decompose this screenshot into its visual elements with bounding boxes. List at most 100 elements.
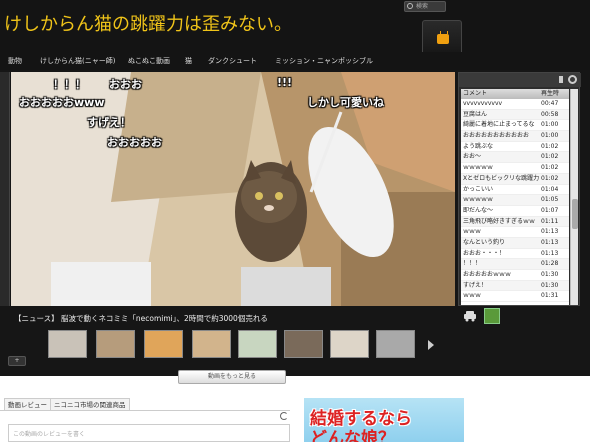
related-video-thumbnail[interactable] — [330, 330, 369, 358]
overlay-comment: しかし可愛いね — [307, 96, 384, 109]
comment-row[interactable]: よう跳ぶな 01:02 — [461, 142, 569, 153]
comment-row[interactable]: 綺麗に着地に止まってるな 01:00 — [461, 120, 569, 132]
column-time[interactable]: 再生時 — [541, 89, 559, 99]
comment-text: おお～ — [463, 153, 482, 161]
comment-row[interactable]: Xとゼロもビックリな跳躍力 01:02 — [461, 173, 569, 185]
video-screen[interactable]: ！！！ おおお !!! おおおおおwww しかし可愛いね すげえ！ おおおおお — [11, 72, 455, 306]
comment-time: 01:05 — [541, 196, 559, 204]
comment-text: vvvvvvvvvvv — [463, 100, 503, 107]
comment-time: 01:31 — [541, 292, 559, 300]
column-comment[interactable]: コメント — [463, 89, 487, 99]
comment-row[interactable]: 三角飛び略好きすぎるｗｗ 01:11 — [461, 216, 569, 228]
comment-row[interactable]: ！！！ 01:28 — [461, 259, 569, 270]
related-video-thumbnail[interactable] — [192, 330, 231, 358]
related-video-thumbnail[interactable] — [48, 330, 87, 358]
tab-divider — [0, 410, 290, 411]
tv-icon — [437, 34, 449, 44]
car-icon[interactable] — [463, 310, 477, 322]
comment-panel: コメント 再生時 vvvvvvvvvvv 00:47 豆腐はん 00:58 綺麗に着地に… — [458, 72, 581, 306]
related-video-thumbnail[interactable] — [96, 330, 135, 358]
next-arrow-icon[interactable] — [428, 340, 434, 350]
comment-text: 綺麗に着地に止まってるな — [463, 121, 535, 129]
refresh-icon[interactable] — [280, 412, 288, 420]
comment-time: 00:47 — [541, 100, 559, 107]
tag-nav: 動物 けしからん猫(ニャー師) ぬこぬこ動画 猫 ダンクシュート ミッション・ニ… — [0, 52, 590, 70]
comment-text: かっこいい — [463, 185, 494, 193]
comment-text: 豆腐はん — [463, 110, 488, 118]
comment-time: 00:58 — [541, 110, 559, 118]
tab-ichiba[interactable]: ニコニコ市場の関連商品 — [50, 398, 130, 410]
comment-text: ｗｗｗ — [463, 292, 482, 300]
comment-time: 01:00 — [541, 121, 559, 129]
tab-video-review[interactable]: 動画レビュー — [4, 398, 51, 410]
related-video-thumbnail[interactable] — [376, 330, 415, 358]
tag-dunk[interactable]: ダンクシュート — [208, 56, 257, 66]
comment-time: 01:13 — [541, 238, 559, 246]
comment-time: 01:30 — [541, 271, 559, 278]
search-icon — [407, 3, 413, 9]
related-video-thumbnail[interactable] — [284, 330, 323, 358]
overlay-comment: おおお — [109, 78, 142, 91]
share-icon[interactable] — [484, 308, 500, 324]
comment-row[interactable]: ｗｗｗ 01:13 — [461, 227, 569, 238]
comment-text: すげえ！ — [463, 281, 488, 289]
comment-text: おおおおおおおおおおお — [463, 132, 530, 140]
comment-time: 01:00 — [541, 132, 559, 140]
comment-time: 01:04 — [541, 185, 559, 193]
comment-row[interactable]: おおおおおｗｗｗ 01:30 — [461, 270, 569, 281]
comment-row[interactable]: おおお・・・！ 01:13 — [461, 249, 569, 260]
related-video-thumbnail[interactable] — [144, 330, 183, 358]
related-video-thumbnail[interactable] — [238, 330, 277, 358]
left-panel-toggle[interactable] — [0, 72, 10, 306]
comment-text: ｗｗｗｗｗ — [463, 196, 494, 204]
comment-row[interactable]: ｗｗｗｗｗ 01:02 — [461, 163, 569, 174]
comment-row[interactable]: おおおおおおおおおおお 01:00 — [461, 131, 569, 142]
comment-text: なんという釣り — [463, 238, 506, 246]
news-ticker[interactable]: 【ニュース】 脳波で動くネコミミ「necomimi」、2時間で約3000個売れる — [14, 313, 268, 324]
comment-text: おおおおおｗｗｗ — [463, 271, 512, 278]
gear-icon[interactable] — [568, 75, 577, 84]
tag-nukonuko[interactable]: ぬこぬこ動画 — [128, 56, 170, 66]
page-title: けしからん猫の跳躍力は歪みない。 — [4, 14, 292, 35]
tag-keshikaran[interactable]: けしからん猫(ニャー師) — [40, 56, 115, 66]
comment-list-scrollbar[interactable] — [570, 89, 578, 305]
comment-time: 01:02 — [541, 164, 559, 172]
related-video-strip — [48, 330, 428, 360]
search-input[interactable]: 検索 — [404, 1, 446, 12]
expand-button[interactable]: + — [8, 356, 26, 366]
comment-row[interactable]: 即だんな～ 01:07 — [461, 206, 569, 217]
comment-time: 01:13 — [541, 228, 559, 236]
comment-text: よう跳ぶな — [463, 142, 494, 150]
ad-subline: どんな娘？ — [310, 429, 395, 442]
comment-time: 01:02 — [541, 153, 559, 161]
comment-text: Xとゼロもビックリな跳躍力 — [463, 174, 539, 182]
review-input[interactable]: この動画のレビューを書く — [8, 424, 290, 442]
comment-text: ｗｗｗｗｗ — [463, 164, 494, 172]
tag-animal[interactable]: 動物 — [8, 56, 22, 66]
comment-row[interactable]: おお～ 01:02 — [461, 152, 569, 164]
comment-text: ｗｗｗ — [463, 228, 482, 236]
overlay-comment: !!! — [277, 76, 293, 89]
comment-row[interactable]: ｗｗｗ 01:31 — [461, 291, 569, 303]
comment-text: 三角飛び略好きすぎるｗｗ — [463, 217, 536, 225]
comment-row[interactable]: vvvvvvvvvvv 00:47 — [461, 99, 569, 110]
ad-banner[interactable]: 結婚するなら どんな娘？ — [304, 398, 464, 442]
pin-icon[interactable] — [559, 76, 563, 83]
comment-row[interactable]: すげえ！ 01:30 — [461, 280, 569, 292]
tag-cat[interactable]: 猫 — [185, 56, 192, 66]
comment-time: 01:02 — [541, 174, 559, 182]
comment-list: vvvvvvvvvvv 00:47 豆腐はん 00:58 綺麗に着地に止まってるな 01:… — [461, 99, 569, 305]
comment-time: 01:02 — [541, 142, 559, 150]
panel-tools — [459, 73, 581, 87]
comment-row[interactable]: なんという釣り 01:13 — [461, 237, 569, 249]
comment-row[interactable]: かっこいい 01:04 — [461, 185, 569, 196]
comment-row[interactable]: 豆腐はん 00:58 — [461, 109, 569, 121]
scrollbar-thumb[interactable] — [572, 199, 578, 229]
overlay-comment: おおおおお — [107, 136, 162, 149]
comment-row[interactable]: ｗｗｗｗｗ 01:05 — [461, 195, 569, 206]
more-videos-button[interactable]: 動画をもっと見る — [178, 370, 286, 384]
overlay-comment: ！！！ — [53, 78, 86, 91]
comment-text: ！！！ — [463, 260, 482, 268]
search-placeholder: 検索 — [416, 3, 429, 10]
tag-mission[interactable]: ミッション・ニャンポッシブル — [275, 56, 373, 66]
